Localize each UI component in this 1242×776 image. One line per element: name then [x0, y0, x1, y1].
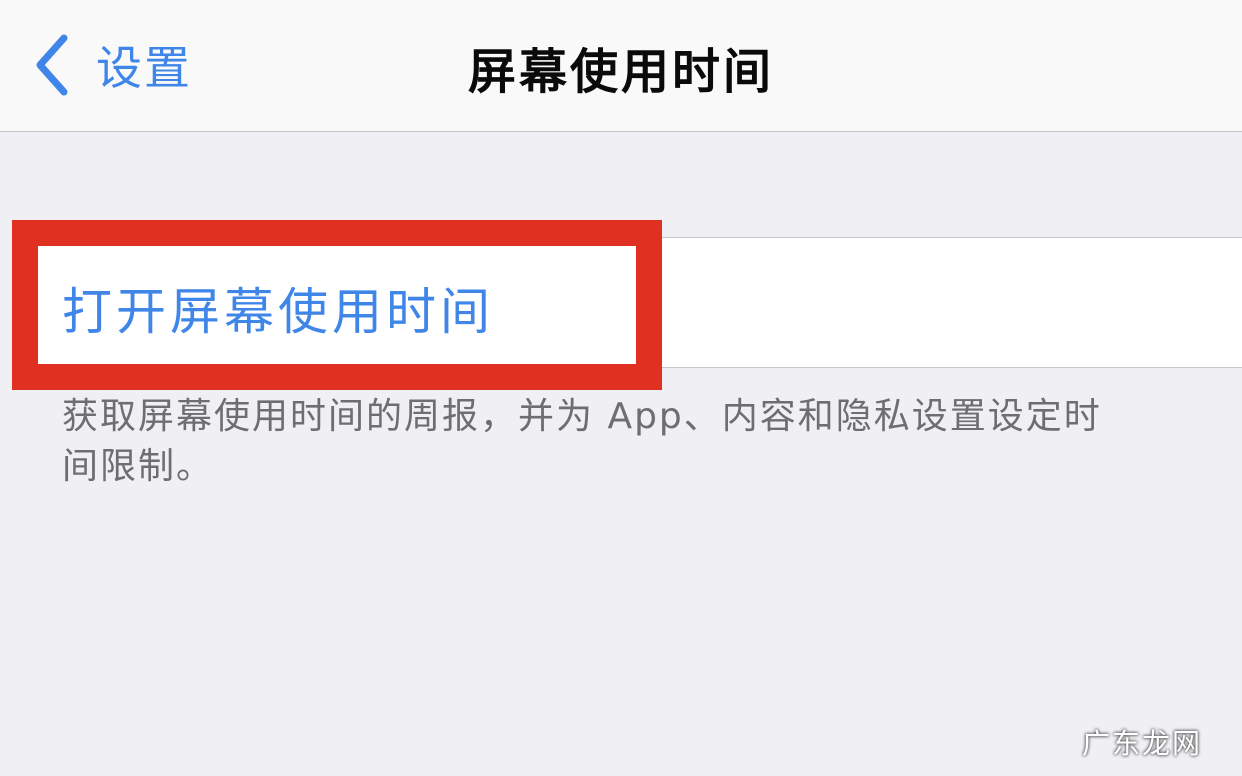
page-title: 屏幕使用时间 [467, 44, 774, 100]
section-footer-description: 获取屏幕使用时间的周报，并为 App、内容和隐私设置设定时间限制。 [62, 396, 1102, 487]
turn-on-screen-time-button[interactable]: 打开屏幕使用时间 [62, 272, 494, 344]
watermark: 广东龙网 [1081, 727, 1202, 760]
navigation-bar: 设置 屏幕使用时间 [0, 0, 1242, 132]
